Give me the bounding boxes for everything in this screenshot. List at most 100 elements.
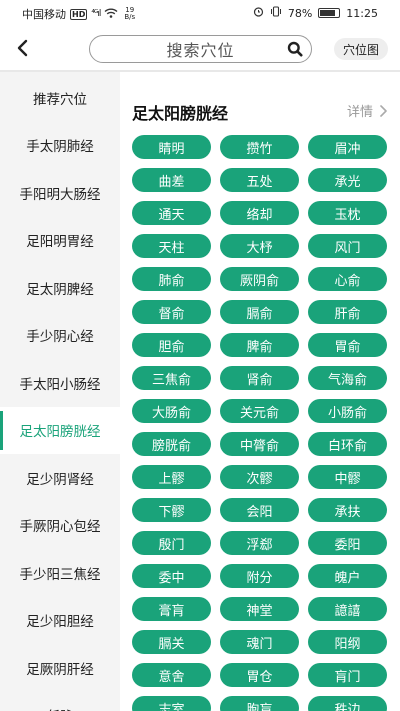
acupoint-chip[interactable]: 承光: [308, 168, 387, 192]
acupoint-chip[interactable]: 胃俞: [308, 333, 387, 357]
acupoint-chip[interactable]: 关元俞: [220, 399, 299, 423]
battery-level: 78%: [287, 6, 313, 20]
sidebar-item[interactable]: 足厥阴肝经: [0, 644, 120, 691]
acupoint-chip[interactable]: 神堂: [220, 597, 299, 621]
sidebar-item-label: 手阳明大肠经: [19, 186, 101, 203]
alarm-icon: [253, 6, 264, 20]
acupoint-chip[interactable]: 络却: [220, 201, 299, 225]
sidebar-item-label: 足太阳膀胱经: [19, 424, 101, 440]
sidebar-item-label: 手太阳小肠经: [19, 376, 101, 393]
back-button[interactable]: [10, 36, 34, 60]
search-placeholder: 搜索穴位: [166, 41, 235, 60]
sidebar-item-label: 任脉: [47, 705, 74, 711]
detail-label: 详情: [346, 105, 373, 120]
detail-link[interactable]: 详情: [347, 101, 388, 120]
acupoint-chip[interactable]: 肺俞: [132, 267, 211, 291]
acupoint-chip[interactable]: 胃仓: [220, 663, 299, 687]
acupoint-chip[interactable]: 督俞: [132, 300, 211, 324]
acupoint-chip[interactable]: 志室: [132, 696, 211, 711]
acupoint-chip[interactable]: 睛明: [132, 135, 211, 159]
acupoint-chip[interactable]: 魄户: [308, 564, 387, 588]
acupoint-chip[interactable]: 会阳: [220, 498, 299, 522]
signal-icon: ⁴ᴳıl: [91, 9, 101, 19]
sidebar-item[interactable]: 手少阳三焦经: [0, 549, 120, 596]
acupoint-chip[interactable]: 气海俞: [308, 366, 387, 390]
acupoint-chip[interactable]: 秩边: [308, 696, 387, 711]
sidebar-item-label: 手厥阴心包经: [19, 519, 101, 535]
acupoint-chip[interactable]: 膀胱俞: [132, 432, 211, 456]
acupoint-chip[interactable]: 委中: [132, 564, 211, 588]
acupoint-chip[interactable]: 中膂俞: [220, 432, 299, 456]
network-speed: 19 B/s: [124, 7, 135, 21]
section-title: 足太阳膀胱经: [132, 104, 229, 123]
sidebar-item[interactable]: 足太阴脾经: [0, 264, 120, 311]
status-right: 78% 11:25: [253, 6, 378, 20]
sidebar-item-label: 手少阴心经: [26, 329, 94, 345]
sidebar-item[interactable]: 手阳明大肠经: [0, 169, 120, 216]
acupoint-chip[interactable]: 五处: [220, 168, 299, 192]
acupoint-chip[interactable]: 胆俞: [132, 333, 211, 357]
sidebar-item-label: 推荐穴位: [33, 91, 87, 108]
acupoint-chip[interactable]: 譩譆: [308, 597, 387, 621]
acupoint-chip[interactable]: 承扶: [308, 498, 387, 522]
sidebar-item[interactable]: 手少阴心经: [0, 312, 120, 359]
acupoint-chip[interactable]: 附分: [220, 564, 299, 588]
sidebar-item-label: 足少阴肾经: [26, 471, 94, 488]
hd-badge: HD: [70, 8, 88, 20]
sidebar-item[interactable]: 推荐穴位: [0, 74, 120, 121]
acupoint-chip[interactable]: 脾俞: [220, 333, 299, 357]
sidebar-item-label: 足厥阴肝经: [26, 661, 94, 678]
sidebar-item-label: 手少阳三焦经: [19, 566, 101, 583]
acupoint-chip[interactable]: 上髎: [132, 465, 211, 489]
acupoint-chip[interactable]: 胞肓: [220, 696, 299, 711]
acupoint-chip[interactable]: 次髎: [220, 465, 299, 489]
sidebar-item[interactable]: 足阳明胃经: [0, 217, 120, 264]
acupoint-chip[interactable]: 通天: [132, 201, 211, 225]
acupoint-chip[interactable]: 意舍: [132, 663, 211, 687]
acupoint-chip[interactable]: 膏肓: [132, 597, 211, 621]
acupoint-chip[interactable]: 浮郄: [220, 531, 299, 555]
sidebar-item[interactable]: 足少阳胆经: [0, 597, 120, 644]
sidebar-item[interactable]: 足太阳膀胱经: [0, 406, 120, 454]
acupoint-chip[interactable]: 白环俞: [308, 432, 387, 456]
acupoint-chip[interactable]: 阳纲: [308, 630, 387, 654]
status-left: 中国移动 HD ⁴ᴳıl 19 B/s: [22, 6, 135, 22]
acupoint-chip[interactable]: 肝俞: [308, 300, 387, 324]
status-bar: 中国移动 HD ⁴ᴳıl 19 B/s 78% 11:25: [0, 0, 400, 26]
acupoint-chip[interactable]: 膈俞: [220, 300, 299, 324]
sidebar-item[interactable]: 任脉: [0, 692, 120, 711]
sidebar-item[interactable]: 足少阴肾经: [0, 454, 120, 501]
acupoint-chip[interactable]: 中髎: [308, 465, 387, 489]
sidebar-item[interactable]: 手厥阴心包经: [0, 502, 120, 549]
clock: 11:25: [346, 6, 378, 20]
sidebar-item-label: 手太阴肺经: [26, 139, 94, 155]
acupoint-chip[interactable]: 眉冲: [308, 135, 387, 159]
acupoint-chip[interactable]: 风门: [308, 234, 387, 258]
search-icon[interactable]: [287, 41, 303, 57]
acupoint-map-button[interactable]: 穴位图: [334, 38, 388, 60]
acupoint-chip[interactable]: 小肠俞: [308, 399, 387, 423]
acupoint-chip[interactable]: 三焦俞: [132, 366, 211, 390]
acupoint-chip[interactable]: 肓门: [308, 663, 387, 687]
acupoint-chip[interactable]: 攒竹: [220, 135, 299, 159]
meridian-sidebar: 推荐穴位手太阴肺经手阳明大肠经 足阳明胃经足太阴脾经手少阴心经手太阳小肠经 足太阳膀…: [0, 72, 120, 711]
sidebar-item[interactable]: 手太阴肺经: [0, 122, 120, 169]
acupoint-chip[interactable]: 厥阴俞: [220, 267, 299, 291]
acupoint-chip[interactable]: 天柱: [132, 234, 211, 258]
sidebar-item-label: 足阳明胃经: [26, 234, 94, 250]
acupoint-chip[interactable]: 肾俞: [220, 366, 299, 390]
acupoint-chip[interactable]: 下髎: [132, 498, 211, 522]
acupoint-chip[interactable]: 大肠俞: [132, 399, 211, 423]
sidebar-item[interactable]: 手太阳小肠经: [0, 359, 120, 406]
acupoint-chip[interactable]: 曲差: [132, 168, 211, 192]
acupoint-chip[interactable]: 魂门: [220, 630, 299, 654]
acupoint-chip[interactable]: 殷门: [132, 531, 211, 555]
acupoint-chip[interactable]: 大杼: [220, 234, 299, 258]
acupoint-chip[interactable]: 委阳: [308, 531, 387, 555]
main-content: 足太阳膀胱经 详情 睛明 攒竹 眉冲曲差 五处 承光通天 络却 玉枕天柱 大杼 风门肺俞 厥阴俞心…: [120, 72, 400, 711]
acupoint-chip[interactable]: 玉枕: [308, 201, 387, 225]
acupoint-chip[interactable]: 心俞: [308, 267, 387, 291]
search-input[interactable]: 搜索穴位: [89, 35, 312, 63]
sidebar-item-label: 足少阳胆经: [26, 614, 94, 630]
acupoint-chip[interactable]: 膈关: [132, 630, 211, 654]
